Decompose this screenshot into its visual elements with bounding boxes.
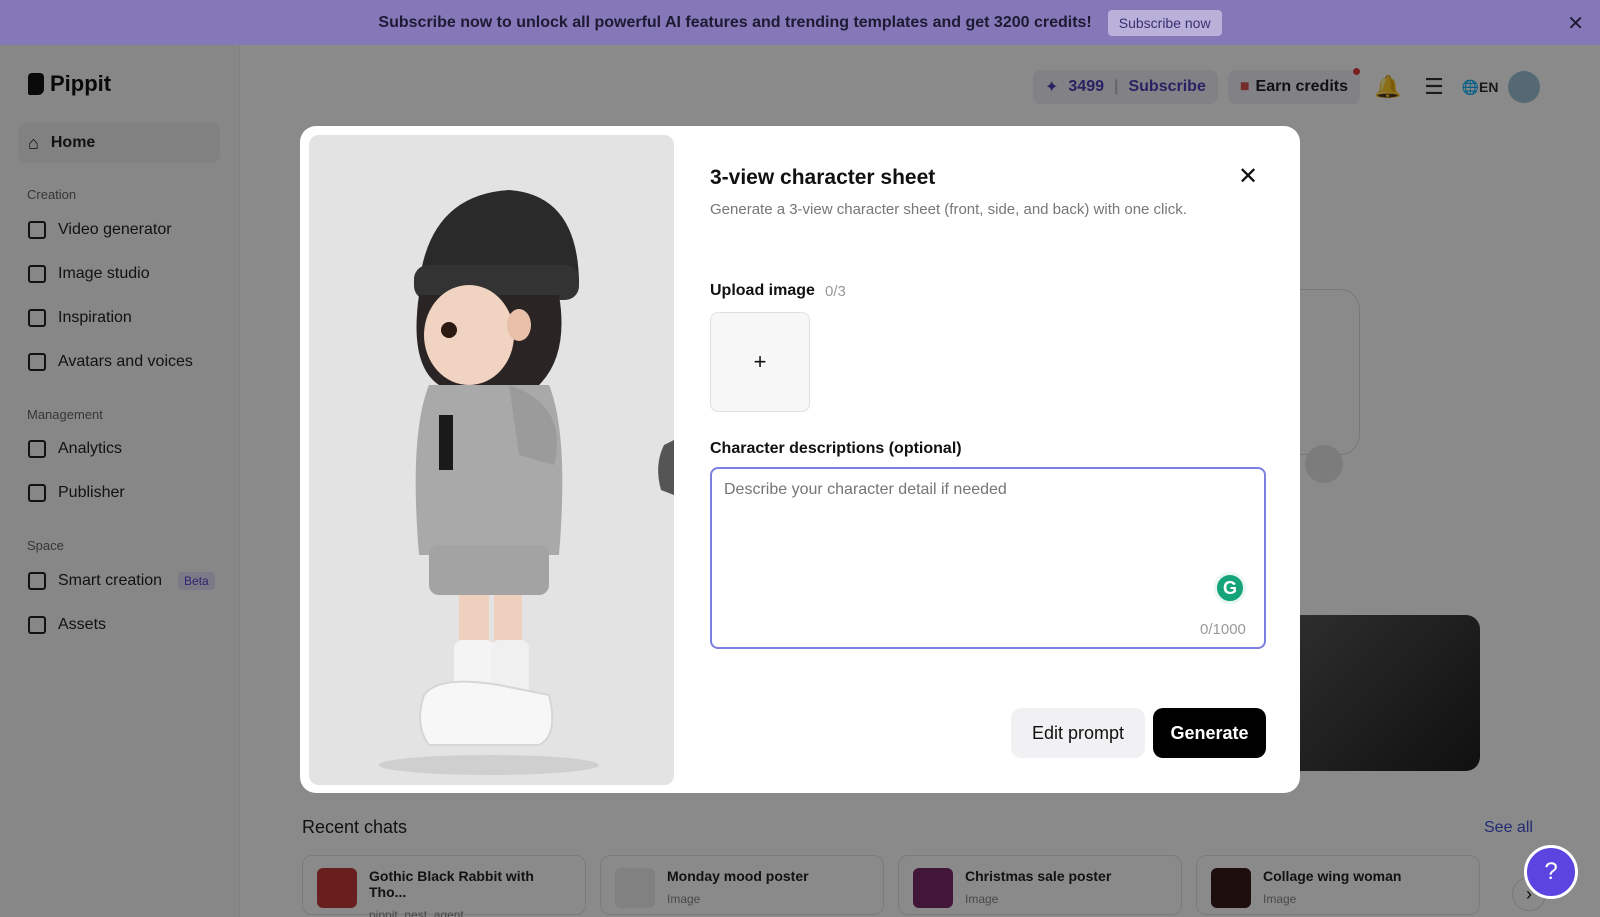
close-icon[interactable]: ✕ bbox=[1238, 162, 1258, 191]
character-description-label: Character descriptions (optional) bbox=[710, 440, 962, 457]
character-illustration bbox=[309, 135, 674, 785]
character-description-input[interactable] bbox=[710, 467, 1266, 649]
upload-image-button[interactable]: + bbox=[710, 312, 810, 412]
upload-count: 0/3 bbox=[825, 283, 846, 300]
banner-close-icon[interactable]: ✕ bbox=[1567, 11, 1584, 36]
modal-description: Generate a 3-view character sheet (front… bbox=[710, 201, 1187, 218]
upload-image-label: Upload image bbox=[710, 282, 815, 299]
generate-button[interactable]: Generate bbox=[1153, 708, 1266, 758]
modal-title: 3-view character sheet bbox=[710, 166, 936, 189]
help-icon[interactable]: ? bbox=[1524, 845, 1578, 899]
character-preview-image bbox=[309, 135, 674, 785]
plus-icon: + bbox=[753, 349, 767, 374]
character-counter: 0/1000 bbox=[1200, 621, 1246, 638]
grammarly-icon[interactable]: G bbox=[1214, 572, 1246, 604]
character-sheet-modal: 3-view character sheet Generate a 3-view… bbox=[300, 126, 1300, 793]
banner-text: Subscribe now to unlock all powerful AI … bbox=[378, 13, 1092, 31]
promo-banner: Subscribe now to unlock all powerful AI … bbox=[0, 0, 1600, 45]
banner-subscribe-button[interactable]: Subscribe now bbox=[1107, 9, 1222, 36]
edit-prompt-button[interactable]: Edit prompt bbox=[1011, 708, 1145, 758]
